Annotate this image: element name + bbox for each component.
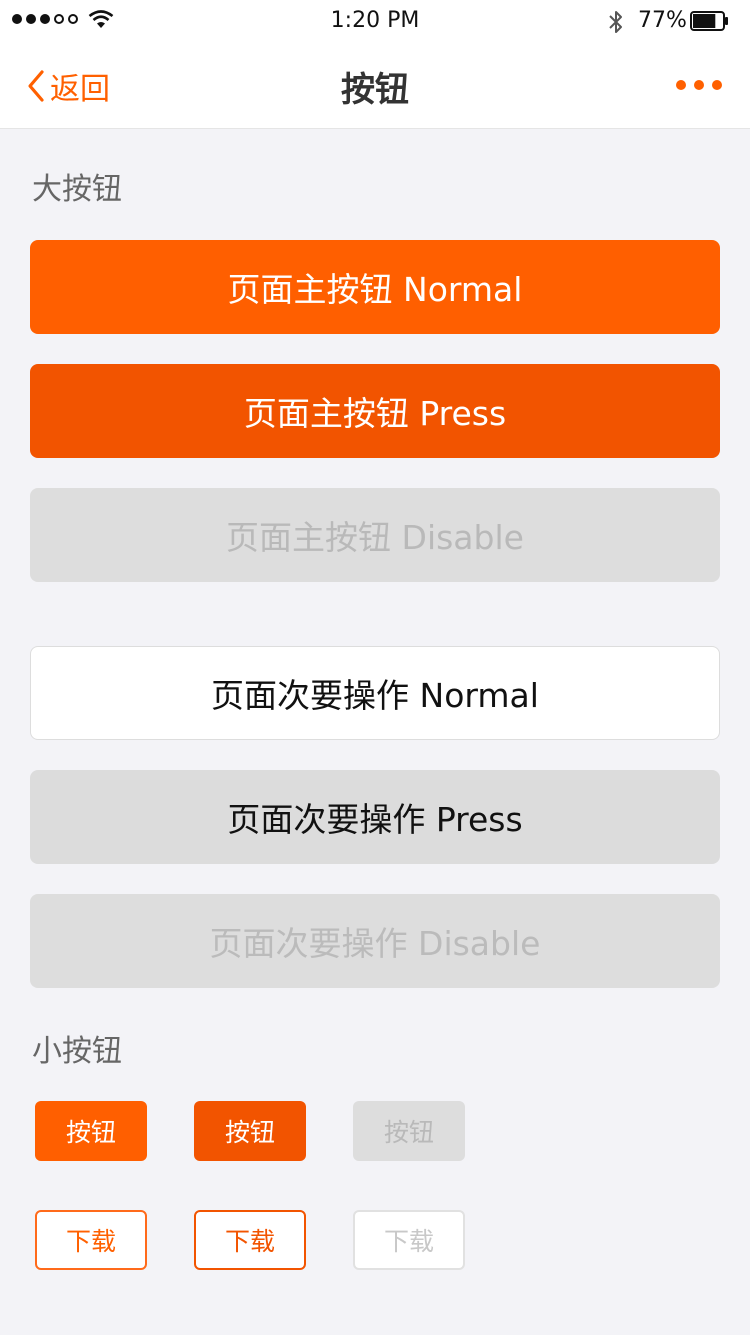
more-icon[interactable]: [676, 80, 722, 90]
status-bar: 1:20 PM 77%: [0, 0, 750, 42]
download-button-disable[interactable]: 下载: [353, 1210, 465, 1270]
download-button-normal[interactable]: 下载: [35, 1210, 147, 1270]
page-title: 按钮: [341, 70, 409, 110]
primary-button-press[interactable]: 页面主按钮 Press: [30, 364, 720, 458]
primary-button-normal[interactable]: 页面主按钮 Normal: [30, 240, 720, 334]
bluetooth-icon: [606, 8, 626, 40]
download-button-press[interactable]: 下载: [194, 1210, 306, 1270]
more-dot: [694, 80, 704, 90]
secondary-button-disable[interactable]: 页面次要操作 Disable: [30, 894, 720, 988]
secondary-button-press[interactable]: 页面次要操作 Press: [30, 770, 720, 864]
small-primary-button-normal[interactable]: 按钮: [35, 1101, 147, 1161]
section-title-small: 小按钮: [32, 1034, 122, 1069]
battery-icon: [690, 11, 730, 31]
battery-percent: 77%: [638, 8, 687, 33]
more-dot: [712, 80, 722, 90]
more-dot: [676, 80, 686, 90]
section-title-large: 大按钮: [32, 172, 122, 207]
secondary-button-normal[interactable]: 页面次要操作 Normal: [30, 646, 720, 740]
primary-button-disable[interactable]: 页面主按钮 Disable: [30, 488, 720, 582]
small-primary-button-disable[interactable]: 按钮: [353, 1101, 465, 1161]
nav-bar: 返回 按钮: [0, 42, 750, 129]
small-primary-button-press[interactable]: 按钮: [194, 1101, 306, 1161]
